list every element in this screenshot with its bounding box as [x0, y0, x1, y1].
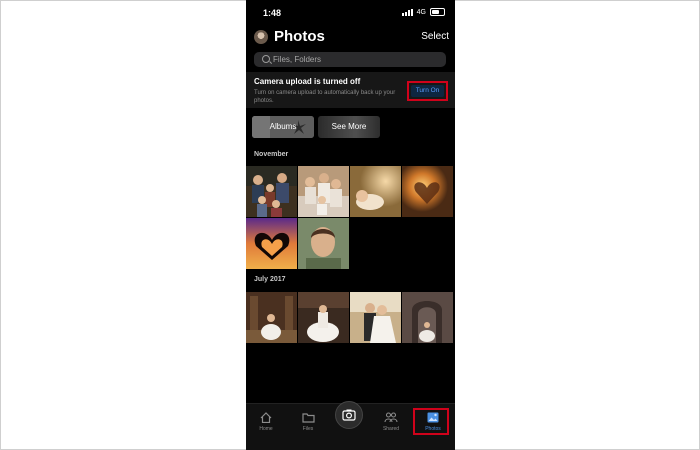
search-bar[interactable]: [254, 52, 446, 67]
section-label-november: November: [254, 151, 289, 158]
photo-thumbnail[interactable]: [298, 292, 349, 343]
signal-icon: [401, 8, 413, 16]
tab-home[interactable]: Home: [248, 408, 284, 440]
people-icon: [384, 412, 398, 423]
photo-thumbnail[interactable]: [246, 292, 297, 343]
photo-thumbnail[interactable]: [350, 166, 401, 217]
status-bar: 1:48 4G: [246, 0, 455, 26]
heart-hands-photo: [246, 218, 297, 269]
phone-screen: 1:48 4G Photos Select Camera upload is t…: [246, 0, 455, 450]
turn-on-highlight-box: [407, 81, 448, 101]
section-label-july-2017: July 2017: [254, 276, 286, 283]
tab-files[interactable]: Files: [290, 408, 326, 440]
albums-label: Albums: [269, 122, 297, 131]
network-label: 4G: [416, 8, 426, 16]
tab-home-label: Home: [259, 426, 273, 432]
folder-icon: [301, 413, 315, 423]
photo-thumbnail[interactable]: [402, 166, 453, 217]
photo-thumbnail[interactable]: [298, 166, 349, 217]
family-portrait-photo: [298, 166, 349, 217]
status-time: 1:48: [263, 8, 282, 18]
photo-thumbnail[interactable]: [246, 218, 297, 269]
banner-title: Camera upload is turned off: [254, 77, 361, 86]
status-indicators: 4G: [401, 8, 445, 16]
banner-description: Turn on camera upload to automatically b…: [254, 90, 396, 104]
photo-thumbnail[interactable]: [246, 166, 297, 217]
battery-icon: [430, 8, 445, 16]
photos-tab-highlight-box: [413, 408, 449, 435]
search-input[interactable]: [273, 53, 443, 66]
tab-shared[interactable]: Shared: [373, 408, 409, 440]
page-title: Photos: [274, 28, 325, 45]
home-icon: [260, 412, 272, 423]
page-header: Photos Select: [246, 26, 455, 48]
select-button[interactable]: Select: [421, 31, 449, 42]
tab-shared-label: Shared: [382, 426, 400, 432]
albums-button[interactable]: Albums: [252, 116, 314, 138]
wedding-hall-photo: [246, 292, 297, 343]
search-icon: [262, 55, 270, 63]
heart-sunset-photo: [402, 166, 453, 217]
see-more-label: See More: [331, 122, 367, 131]
camera-icon: [342, 409, 356, 421]
tab-files-label: Files: [302, 426, 314, 432]
photo-thumbnail[interactable]: [402, 292, 453, 343]
family-photo: [246, 166, 297, 217]
photo-thumbnail[interactable]: [350, 292, 401, 343]
couple-photo: [350, 292, 401, 343]
see-more-button[interactable]: See More: [318, 116, 380, 138]
photo-thumbnail[interactable]: [298, 218, 349, 269]
camera-button[interactable]: [335, 401, 363, 429]
man-portrait-photo: [298, 218, 349, 269]
bride-photo: [298, 292, 349, 343]
baby-photo: [350, 166, 401, 217]
church-wedding-photo: [402, 292, 453, 343]
avatar[interactable]: [254, 30, 268, 44]
